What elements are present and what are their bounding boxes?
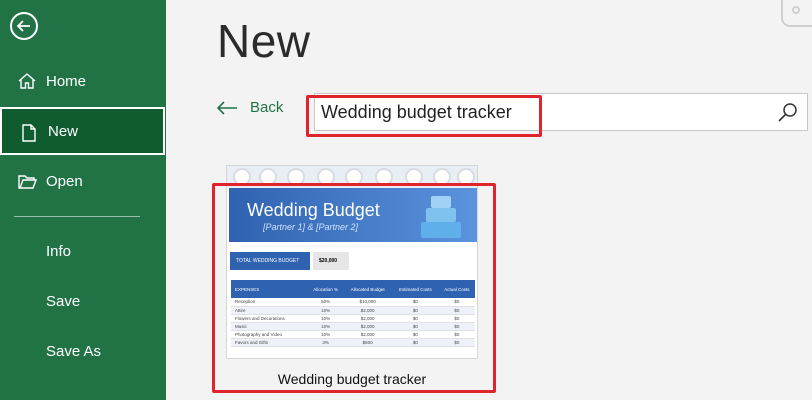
sidebar-item-home[interactable]: Home bbox=[0, 57, 166, 105]
folder-open-icon bbox=[18, 175, 37, 189]
home-icon bbox=[18, 73, 36, 89]
new-document-icon bbox=[22, 124, 36, 142]
sidebar-item-label: Save As bbox=[46, 342, 102, 360]
back-arrow-icon[interactable] bbox=[10, 12, 38, 40]
sidebar-item-info[interactable]: Info bbox=[0, 227, 166, 275]
sidebar-item-save[interactable]: Save bbox=[0, 277, 166, 325]
back-link[interactable]: Back bbox=[216, 99, 283, 116]
sidebar-item-open[interactable]: Open bbox=[0, 157, 166, 205]
sidebar-item-label: New bbox=[48, 122, 79, 140]
sidebar-item-label: Home bbox=[46, 72, 87, 90]
page-title: New bbox=[217, 15, 311, 67]
template-highlight-box bbox=[212, 183, 496, 393]
sidebar-item-label: Save bbox=[46, 292, 81, 310]
search-icon[interactable] bbox=[777, 102, 799, 124]
main-panel: New Back Wedding Budget [Partner 1] & [P… bbox=[166, 0, 812, 400]
sidebar-item-new[interactable]: New bbox=[0, 107, 165, 155]
search-highlight-box bbox=[306, 95, 542, 137]
backstage-sidebar: Home New Open Info Save Save As bbox=[0, 0, 166, 400]
decoration-icon bbox=[781, 0, 812, 27]
sidebar-item-label: Open bbox=[46, 172, 83, 190]
back-label: Back bbox=[250, 99, 284, 116]
sidebar-divider bbox=[14, 216, 140, 217]
sidebar-item-label: Info bbox=[46, 242, 72, 260]
back-arrow-icon bbox=[216, 100, 237, 115]
sidebar-item-save-as[interactable]: Save As bbox=[0, 327, 166, 375]
